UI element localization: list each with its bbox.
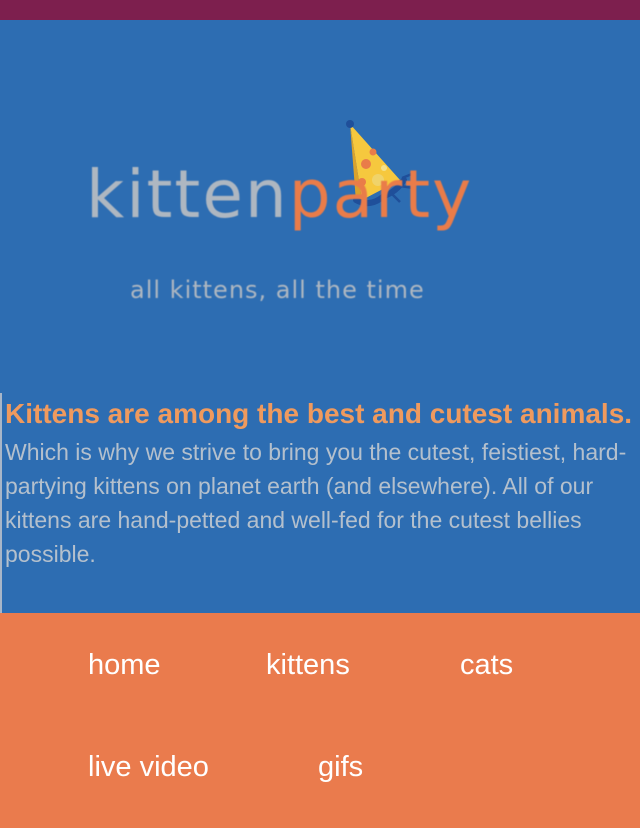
intro-heading: Kittens are among the best and cutest an… (5, 398, 633, 429)
nav-link-kittens[interactable]: kittens (266, 651, 350, 680)
logo-wordmark: kittenparty (86, 162, 473, 228)
hero-banner: kittenparty all kittens, all the time (0, 20, 640, 393)
logo-word-kitten: kitten (86, 156, 289, 233)
logo-tagline: all kittens, all the time (130, 276, 425, 304)
nav-link-live-video[interactable]: live video (88, 753, 209, 782)
nav-link-gifs[interactable]: gifs (318, 753, 363, 782)
nav-link-home[interactable]: home (88, 651, 161, 680)
top-bar (0, 0, 640, 20)
logo-word-party: party (288, 156, 474, 233)
nav-link-cats[interactable]: cats (460, 651, 513, 680)
intro-section: Kittens are among the best and cutest an… (0, 393, 640, 613)
main-nav: home kittens cats live video gifs (0, 613, 640, 828)
intro-body: Which is why we strive to bring you the … (5, 439, 627, 567)
site-logo[interactable]: kittenparty all kittens, all the time (82, 110, 592, 320)
